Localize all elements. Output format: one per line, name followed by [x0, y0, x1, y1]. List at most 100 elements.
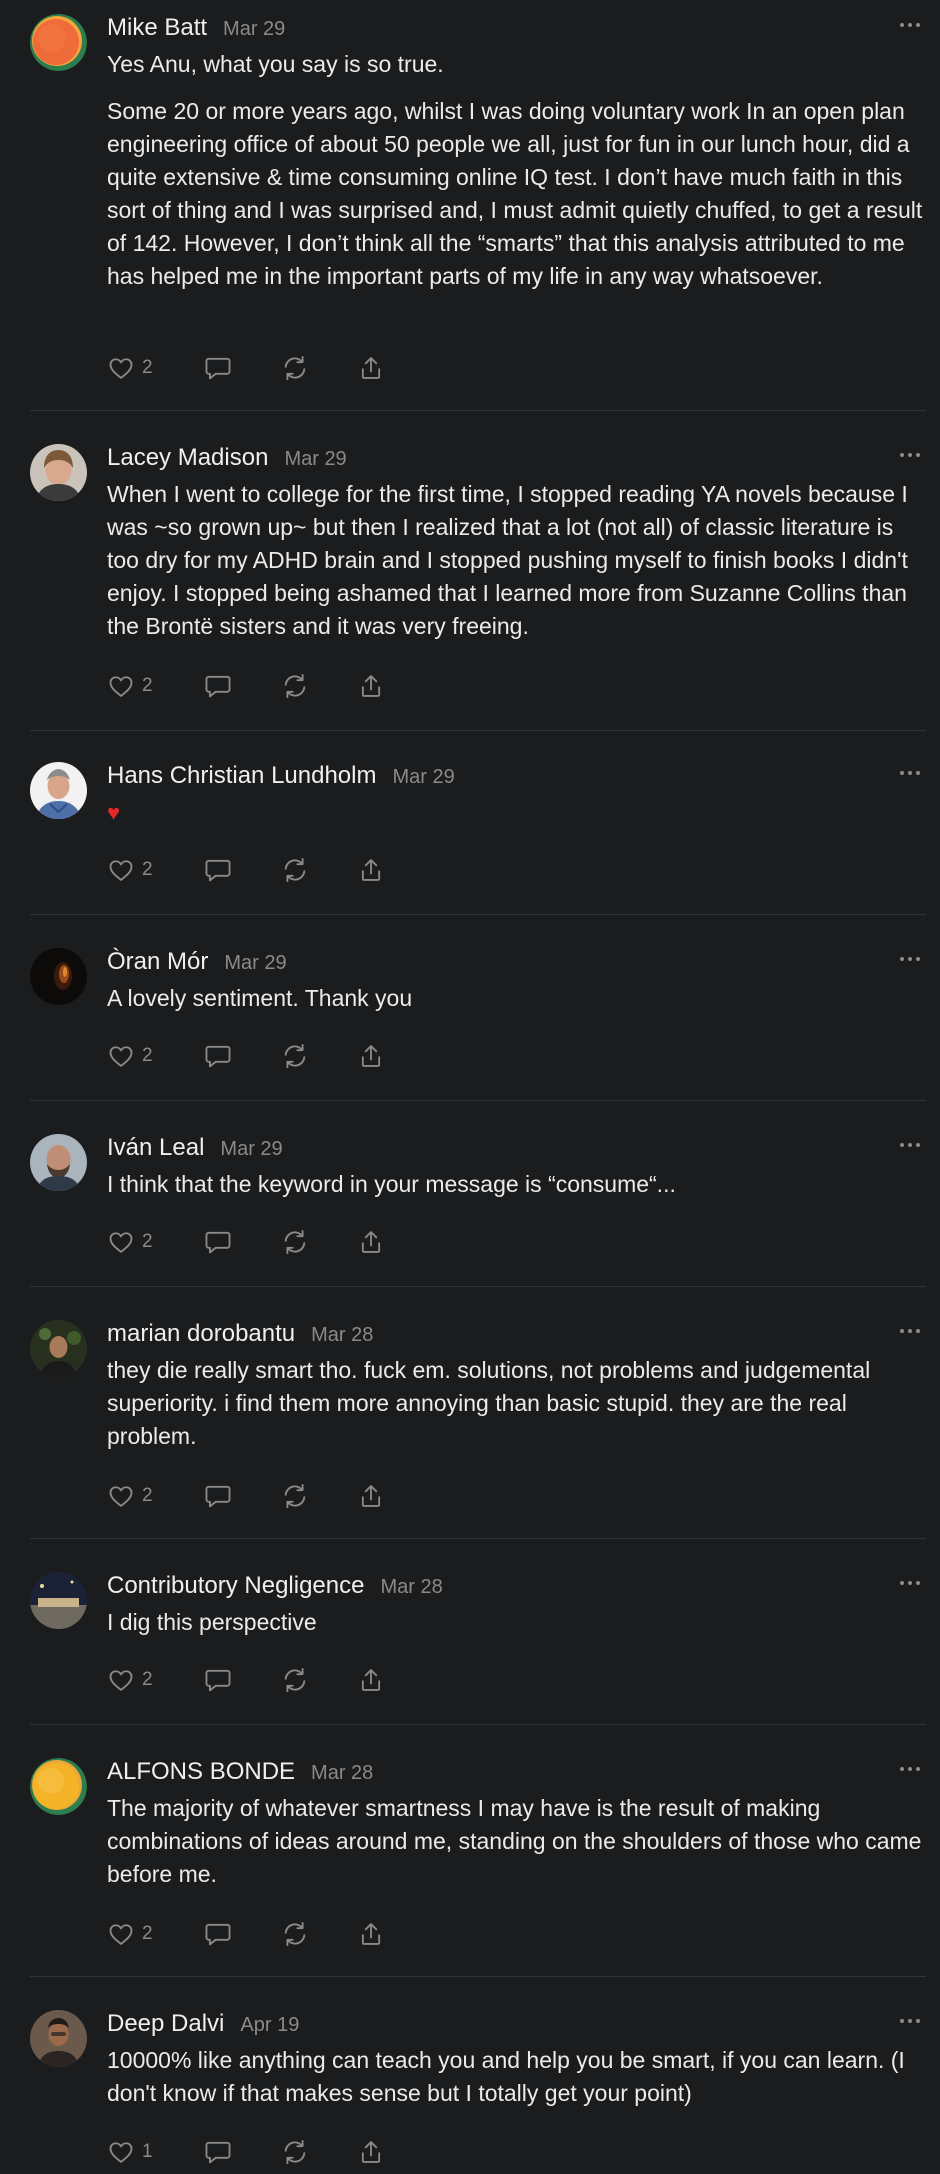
share-button[interactable] — [357, 1662, 397, 1698]
restack-button[interactable] — [280, 2134, 357, 2170]
more-options-icon[interactable] — [898, 448, 922, 462]
author-name[interactable]: Òran Mór — [107, 948, 208, 976]
like-button[interactable]: 2 — [107, 1662, 203, 1698]
comment-actions: 2 — [107, 1224, 397, 1260]
author-name[interactable]: Deep Dalvi — [107, 2010, 224, 2038]
comment-date[interactable]: Mar 29 — [220, 1138, 282, 1161]
comment-actions: 2 — [107, 350, 397, 386]
comment-date[interactable]: Mar 29 — [284, 448, 346, 471]
author-name[interactable]: marian dorobantu — [107, 1320, 295, 1348]
reply-button[interactable] — [203, 2134, 280, 2170]
comment-actions: 2 — [107, 1916, 397, 1952]
avatar[interactable] — [30, 1758, 87, 1815]
reply-button[interactable] — [203, 350, 280, 386]
comment-actions: 2 — [107, 668, 397, 704]
like-button[interactable]: 2 — [107, 668, 203, 704]
share-button[interactable] — [357, 2134, 397, 2170]
more-options-icon[interactable] — [898, 1762, 922, 1776]
reply-button[interactable] — [203, 852, 280, 888]
like-button[interactable]: 2 — [107, 1038, 203, 1074]
divider — [30, 1100, 926, 1101]
restack-button[interactable] — [280, 1916, 357, 1952]
comment-icon — [203, 672, 233, 700]
more-options-icon[interactable] — [898, 952, 922, 966]
comment-body: A lovely sentiment. Thank you — [107, 982, 929, 1029]
reply-button[interactable] — [203, 1662, 280, 1698]
avatar[interactable] — [30, 1320, 87, 1377]
more-options-icon[interactable] — [898, 1324, 922, 1338]
heart-icon — [107, 1920, 135, 1948]
author-name[interactable]: Iván Leal — [107, 1134, 204, 1162]
share-button[interactable] — [357, 1478, 397, 1514]
comment-date[interactable]: Mar 28 — [311, 1762, 373, 1785]
avatar[interactable] — [30, 1572, 87, 1629]
more-options-icon[interactable] — [898, 1138, 922, 1152]
like-count: 2 — [142, 1485, 153, 1506]
more-options-icon[interactable] — [898, 2014, 922, 2028]
share-icon — [357, 672, 385, 700]
share-button[interactable] — [357, 668, 397, 704]
share-button[interactable] — [357, 350, 397, 386]
like-button[interactable]: 2 — [107, 1224, 203, 1260]
comment-actions: 2 — [107, 852, 397, 888]
comment-header: Mike Batt Mar 29 — [107, 14, 285, 44]
restack-button[interactable] — [280, 1038, 357, 1074]
comment-body: When I went to college for the first tim… — [107, 478, 929, 657]
restack-button[interactable] — [280, 852, 357, 888]
restack-button[interactable] — [280, 350, 357, 386]
comment-icon — [203, 1228, 233, 1256]
comment-date[interactable]: Mar 29 — [223, 18, 285, 41]
comment-date[interactable]: Mar 28 — [380, 1576, 442, 1599]
like-button[interactable]: 2 — [107, 852, 203, 888]
avatar[interactable] — [30, 948, 87, 1005]
more-options-icon[interactable] — [898, 18, 922, 32]
comment-date[interactable]: Mar 29 — [392, 766, 454, 789]
share-icon — [357, 856, 385, 884]
like-button[interactable]: 2 — [107, 350, 203, 386]
author-name[interactable]: ALFONS BONDE — [107, 1758, 295, 1786]
like-button[interactable]: 1 — [107, 2134, 203, 2170]
author-name[interactable]: Hans Christian Lundholm — [107, 762, 376, 790]
avatar[interactable] — [30, 2010, 87, 2067]
author-name[interactable]: Mike Batt — [107, 14, 207, 42]
like-button[interactable]: 2 — [107, 1916, 203, 1952]
divider — [30, 1976, 926, 1977]
comment-date[interactable]: Mar 28 — [311, 1324, 373, 1347]
share-button[interactable] — [357, 1916, 397, 1952]
author-name[interactable]: Contributory Negligence — [107, 1572, 364, 1600]
like-count: 1 — [142, 2141, 153, 2162]
author-name[interactable]: Lacey Madison — [107, 444, 268, 472]
divider — [30, 1286, 926, 1287]
comment-date[interactable]: Mar 29 — [224, 952, 286, 975]
share-button[interactable] — [357, 1224, 397, 1260]
restack-button[interactable] — [280, 668, 357, 704]
comment-date[interactable]: Apr 19 — [240, 2014, 299, 2037]
heart-icon — [107, 1666, 135, 1694]
reply-button[interactable] — [203, 1478, 280, 1514]
heart-icon — [107, 856, 135, 884]
heart-icon — [107, 672, 135, 700]
restack-icon — [280, 354, 310, 382]
like-count: 2 — [142, 1045, 153, 1066]
avatar[interactable] — [30, 1134, 87, 1191]
restack-button[interactable] — [280, 1478, 357, 1514]
more-options-icon[interactable] — [898, 766, 922, 780]
share-button[interactable] — [357, 1038, 397, 1074]
more-options-icon[interactable] — [898, 1576, 922, 1590]
restack-button[interactable] — [280, 1662, 357, 1698]
reply-button[interactable] — [203, 1224, 280, 1260]
divider — [30, 730, 926, 731]
restack-button[interactable] — [280, 1224, 357, 1260]
like-button[interactable]: 2 — [107, 1478, 203, 1514]
comment-icon — [203, 1482, 233, 1510]
restack-icon — [280, 2138, 310, 2166]
reply-button[interactable] — [203, 1038, 280, 1074]
avatar[interactable] — [30, 14, 87, 71]
reply-button[interactable] — [203, 1916, 280, 1952]
reply-button[interactable] — [203, 668, 280, 704]
avatar[interactable] — [30, 444, 87, 501]
comment-header: Òran Mór Mar 29 — [107, 948, 287, 978]
share-button[interactable] — [357, 852, 397, 888]
avatar[interactable] — [30, 762, 87, 819]
like-count: 2 — [142, 859, 153, 880]
